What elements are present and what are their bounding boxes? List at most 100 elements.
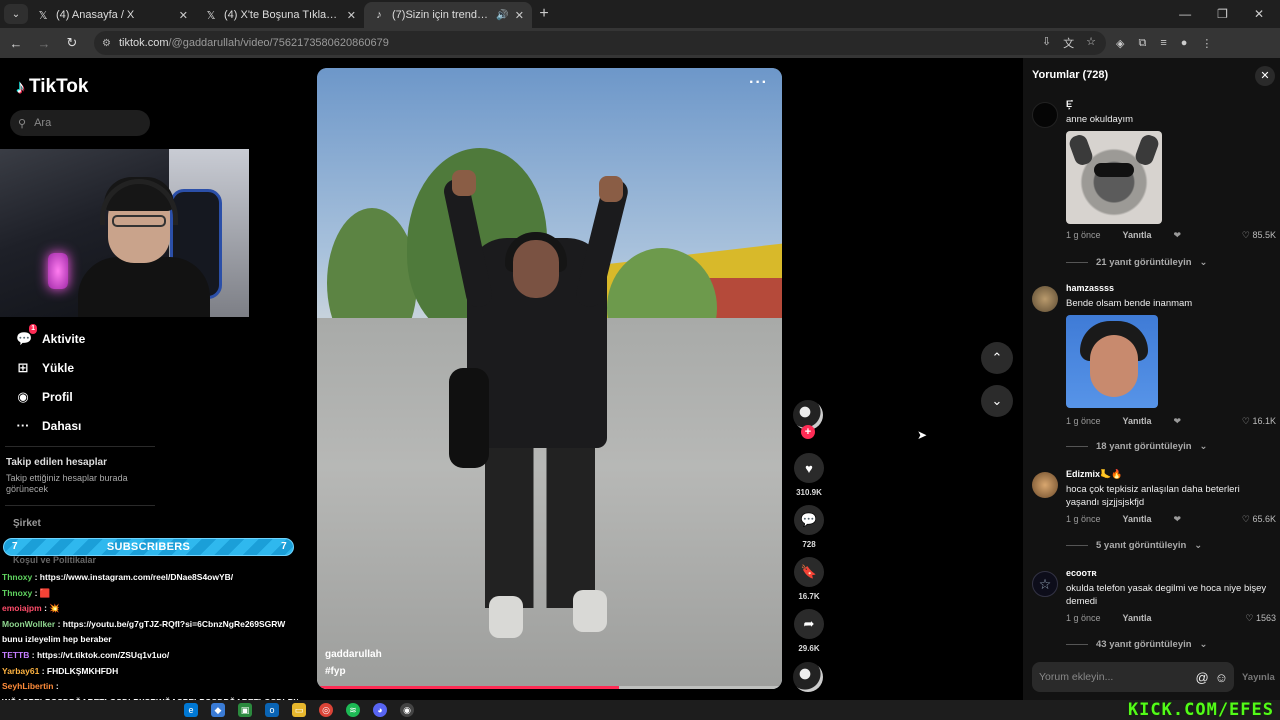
comment-image-face[interactable] — [1066, 315, 1158, 408]
chat-username[interactable]: SeyhLibertin — [2, 681, 53, 691]
reload-icon[interactable]: ↻ — [60, 35, 84, 51]
mention-icon[interactable]: @ — [1196, 670, 1209, 685]
terms-link[interactable]: Koşul ve Politikalar — [13, 555, 96, 565]
sidebar-item-upload[interactable]: ⊞ Yükle — [16, 353, 85, 382]
obs-icon[interactable]: ◉ — [400, 703, 414, 717]
company-link[interactable]: Şirket — [13, 518, 41, 529]
comment-author[interactable]: ecoᴏᴛʀ — [1066, 568, 1097, 578]
edge-icon[interactable]: e — [184, 703, 198, 717]
close-comments-button[interactable]: ✕ — [1255, 66, 1275, 86]
browser-tab-2[interactable]: 𝕏 (4) X'te Boşuna Tıklama: "Yasem ✕ — [196, 2, 364, 28]
close-window-icon[interactable]: ✕ — [1254, 7, 1264, 21]
comment-input[interactable]: Yorum ekleyin... @ ☺ — [1032, 662, 1234, 692]
next-video-button[interactable]: ⌄ — [981, 385, 1013, 417]
search-input[interactable]: ⚲ Ara — [10, 110, 150, 136]
comment-author[interactable]: hamzassss — [1066, 283, 1114, 293]
sound-disc-avatar[interactable] — [793, 662, 823, 692]
comment-image-raccoon[interactable] — [1066, 131, 1162, 224]
restore-icon[interactable]: ❐ — [1217, 7, 1228, 21]
avatar[interactable] — [1032, 102, 1058, 128]
chat-username[interactable]: emoiajpm — [2, 603, 42, 613]
comment-like-button[interactable]: ♡ 1563 — [1245, 613, 1276, 624]
media-control-icon[interactable]: ≡ — [1160, 37, 1166, 50]
post-comment-button[interactable]: Yayınla — [1242, 672, 1275, 683]
comment-like-button[interactable]: ♡ 65.6K — [1242, 514, 1276, 525]
tiktok-logo[interactable]: ♪ TikTok — [16, 76, 88, 98]
chat-username[interactable]: TETTB — [2, 650, 29, 660]
reply-button[interactable]: Yanıtla — [1123, 416, 1152, 427]
extensions-puzzle-icon[interactable]: ⧉ — [1138, 37, 1146, 50]
chevron-down-icon: ⌄ — [1194, 540, 1203, 551]
chrome-icon[interactable]: ◎ — [319, 703, 333, 717]
close-tab-icon[interactable]: ✕ — [515, 9, 524, 22]
share-button[interactable]: ➦ — [794, 609, 824, 639]
comment-like-button[interactable]: ♡ 85.5K — [1242, 230, 1276, 241]
sidebar-item-label: Aktivite — [42, 331, 86, 346]
chat-username[interactable]: Thnoxy — [2, 588, 32, 598]
back-icon[interactable]: ← — [4, 36, 28, 51]
chat-username[interactable]: Thnoxy — [2, 572, 32, 582]
new-tab-button[interactable]: + — [532, 5, 556, 23]
follow-plus-icon[interactable]: + — [801, 425, 815, 439]
like-button[interactable]: ♥ — [794, 453, 824, 483]
copilot-icon[interactable]: ◆ — [211, 703, 225, 717]
video-player[interactable]: ··· gaddarullah #fyp — [317, 68, 782, 689]
save-button[interactable]: 🔖 — [794, 557, 824, 587]
outlook-icon[interactable]: o — [265, 703, 279, 717]
url-field[interactable]: ⚙ tiktok.com/@gaddarullah/video/75621735… — [94, 31, 1106, 55]
install-app-icon[interactable]: ⇩ — [1042, 35, 1051, 51]
video-progress-bar[interactable] — [317, 686, 782, 689]
forward-icon[interactable]: → — [32, 36, 56, 51]
store-icon[interactable]: ▣ — [238, 703, 252, 717]
bookmark-star-icon[interactable]: ☆ — [1086, 35, 1096, 51]
comment-like-button[interactable]: ♡ 16.1K — [1242, 416, 1276, 427]
sidebar-item-more[interactable]: ··· Dahası — [16, 411, 85, 440]
sidebar-item-activity[interactable]: 💬 1 Aktivite — [16, 323, 86, 353]
video-options-icon[interactable]: ··· — [749, 74, 768, 92]
view-replies-button[interactable]: 43 yanıt görüntüleyin ⌄ — [1066, 639, 1208, 650]
comment-like-count: 16.1K — [1252, 416, 1276, 426]
comment-author[interactable]: E͓̽ — [1066, 99, 1072, 109]
video-hashtag[interactable]: #fyp — [325, 666, 346, 677]
following-description: Takip ettiğiniz hesaplar burada görünece… — [6, 473, 128, 494]
view-replies-button[interactable]: 5 yanıt görüntüleyin ⌄ — [1066, 540, 1202, 551]
audio-playing-icon[interactable]: 🔊 — [496, 10, 508, 21]
sub-label: SUBSCRIBERS — [106, 541, 191, 553]
comment-meta: 1 g önce Yanıtla ♡ 1563 — [1066, 613, 1276, 624]
chat-username[interactable]: MoonWollker — [2, 619, 55, 629]
previous-video-button[interactable]: ⌃ — [981, 342, 1013, 374]
site-info-icon[interactable]: ⚙ — [102, 38, 111, 49]
close-tab-icon[interactable]: ✕ — [179, 9, 188, 22]
reply-button[interactable]: Yanıtla — [1123, 613, 1152, 624]
creator-avatar[interactable]: + — [793, 400, 823, 439]
avatar[interactable] — [1032, 286, 1058, 312]
comment-author[interactable]: Edizmix🦶🔥 — [1066, 469, 1122, 480]
chat-message: SeyhLibertin : — [2, 679, 298, 695]
chat-username[interactable]: Yarbay61 — [2, 666, 39, 676]
sidebar-item-profile[interactable]: ◉ Profil — [16, 382, 85, 411]
view-replies-button[interactable]: 21 yanıt görüntüleyin ⌄ — [1066, 257, 1208, 268]
extension-icon[interactable]: ◈ — [1116, 37, 1124, 50]
close-tab-icon[interactable]: ✕ — [347, 9, 356, 22]
avatar[interactable]: ☆ — [1032, 571, 1058, 597]
browser-tab-3[interactable]: ♪ (7)Sizin için trend olan video 🔊 ✕ — [364, 2, 532, 28]
browser-tab-1[interactable]: 𝕏 (4) Anasayfa / X ✕ — [28, 2, 196, 28]
reply-button[interactable]: Yanıtla — [1123, 230, 1152, 241]
avatar[interactable] — [1032, 472, 1058, 498]
profile-avatar-icon[interactable]: ● — [1181, 37, 1188, 50]
bookmark-icon: 🔖 — [800, 564, 818, 579]
view-replies-button[interactable]: 18 yanıt görüntüleyin ⌄ — [1066, 441, 1208, 452]
spotify-icon[interactable]: ≋ — [346, 703, 360, 717]
file-explorer-icon[interactable]: ▭ — [292, 703, 306, 717]
discord-icon[interactable]: ◕ — [373, 703, 387, 717]
video-author[interactable]: gaddarullah — [325, 649, 382, 660]
tab-search-chevron-icon[interactable]: ⌄ — [4, 4, 28, 24]
divider — [5, 505, 155, 506]
translate-icon[interactable]: 文 — [1063, 35, 1074, 51]
minimize-icon[interactable]: — — [1179, 7, 1191, 21]
emoji-icon[interactable]: ☺ — [1215, 670, 1228, 685]
reply-button[interactable]: Yanıtla — [1123, 514, 1152, 525]
browser-menu-icon[interactable]: ⋮ — [1201, 37, 1212, 50]
comments-panel: Yorumlar (728) ✕ E͓̽ anne okuldayım 1 g … — [1023, 58, 1280, 700]
comment-button[interactable]: 💬 — [794, 505, 824, 535]
